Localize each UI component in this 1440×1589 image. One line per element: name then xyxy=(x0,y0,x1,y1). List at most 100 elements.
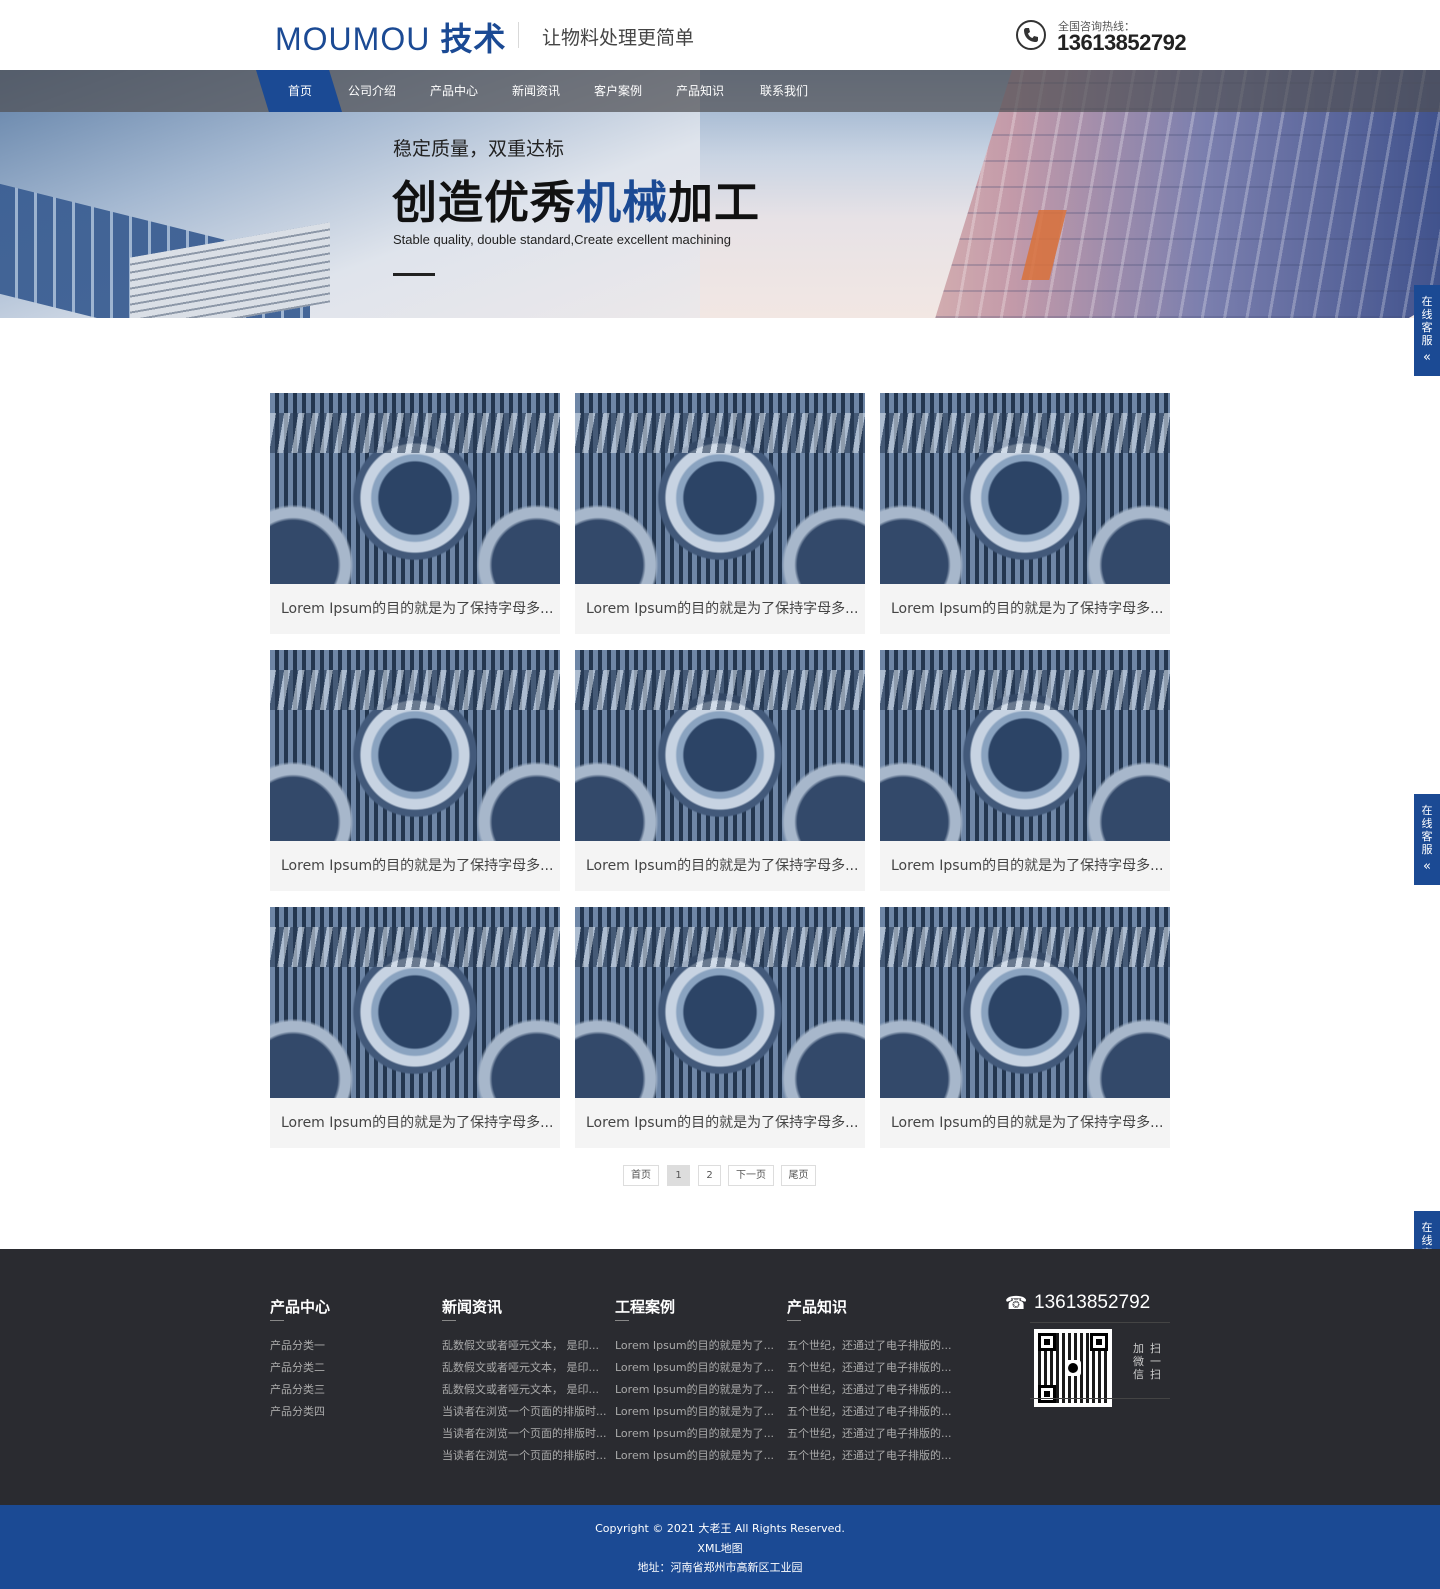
phone-icon xyxy=(1016,20,1046,50)
footer-link[interactable]: 乱数假文或者哑元文本， 是印... xyxy=(442,1337,599,1353)
gear-teeth xyxy=(270,670,560,710)
footer-col-title[interactable]: 新闻资讯 xyxy=(442,1296,502,1317)
product-caption[interactable]: Lorem Ipsum的目的就是为了保持字母多... xyxy=(586,598,858,618)
nav-item-cases[interactable]: 客户案例 xyxy=(594,70,642,112)
footer xyxy=(0,1249,1440,1505)
footer-link[interactable]: 乱数假文或者哑元文本， 是印... xyxy=(442,1359,599,1375)
footer-link[interactable]: Lorem Ipsum的目的就是为了... xyxy=(615,1447,774,1463)
footer-col-title[interactable]: 产品中心 xyxy=(270,1296,330,1317)
product-caption[interactable]: Lorem Ipsum的目的就是为了保持字母多... xyxy=(586,1112,858,1132)
gear-teeth xyxy=(575,670,865,710)
nav-item-products[interactable]: 产品中心 xyxy=(430,70,478,112)
hero-title-part2: 加工 xyxy=(668,176,761,229)
product-card[interactable]: Lorem Ipsum的目的就是为了保持字母多... xyxy=(575,907,865,1148)
copyright-bar: Copyright © 2021 大老王 All Rights Reserved… xyxy=(0,1505,1440,1589)
hero-title-part1: 创造优秀 xyxy=(392,176,577,229)
product-caption[interactable]: Lorem Ipsum的目的就是为了保持字母多... xyxy=(891,855,1163,875)
product-image[interactable] xyxy=(575,907,865,1098)
product-caption[interactable]: Lorem Ipsum的目的就是为了保持字母多... xyxy=(281,1112,553,1132)
product-caption[interactable]: Lorem Ipsum的目的就是为了保持字母多... xyxy=(586,855,858,875)
footer-col-bar xyxy=(270,1320,284,1321)
nav-item-news[interactable]: 新闻资讯 xyxy=(512,70,560,112)
nav-item-contact[interactable]: 联系我们 xyxy=(760,70,808,112)
footer-link[interactable]: 当读者在浏览一个页面的排版时... xyxy=(442,1425,607,1441)
product-card[interactable]: Lorem Ipsum的目的就是为了保持字母多... xyxy=(880,393,1170,634)
footer-link[interactable]: 乱数假文或者哑元文本， 是印... xyxy=(442,1381,599,1397)
logo-cn-text: 技术 xyxy=(440,21,507,57)
main-nav: 首页 公司介绍 产品中心 新闻资讯 客户案例 产品知识 联系我们 xyxy=(0,70,1440,112)
qr-finder xyxy=(1090,1333,1108,1351)
footer-link[interactable]: 五个世纪，还通过了电子排版的... xyxy=(787,1403,952,1419)
hero-underline xyxy=(393,273,435,276)
sitemap-link[interactable]: XML地图 xyxy=(0,1540,1440,1556)
product-caption[interactable]: Lorem Ipsum的目的就是为了保持字母多... xyxy=(891,1112,1163,1132)
footer-link[interactable]: Lorem Ipsum的目的就是为了... xyxy=(615,1337,774,1353)
footer-link[interactable]: Lorem Ipsum的目的就是为了... xyxy=(615,1425,774,1441)
footer-link[interactable]: 产品分类二 xyxy=(270,1359,325,1375)
product-caption[interactable]: Lorem Ipsum的目的就是为了保持字母多... xyxy=(281,855,553,875)
footer-link[interactable]: 五个世纪，还通过了电子排版的... xyxy=(787,1447,952,1463)
pager-first[interactable]: 首页 xyxy=(623,1165,659,1186)
qr-wechat-text: 加微信 xyxy=(1133,1342,1144,1381)
product-image[interactable] xyxy=(880,393,1170,584)
footer-link[interactable]: Lorem Ipsum的目的就是为了... xyxy=(615,1359,774,1375)
gear-teeth xyxy=(270,413,560,453)
telephone-icon: ☎ xyxy=(1005,1293,1028,1314)
product-image[interactable] xyxy=(575,650,865,841)
hotline-number: 13613852792 xyxy=(1057,30,1187,55)
hero-subtitle: 稳定质量，双重达标 xyxy=(393,138,565,160)
product-image[interactable] xyxy=(270,907,560,1098)
footer-link[interactable]: 五个世纪，还通过了电子排版的... xyxy=(787,1359,952,1375)
qr-scan-text: 扫一扫 xyxy=(1150,1342,1161,1381)
footer-col-bar xyxy=(615,1320,629,1321)
online-service-tab[interactable]: 在 线 客 服 « xyxy=(1414,285,1440,376)
footer-col-title[interactable]: 产品知识 xyxy=(787,1296,847,1317)
footer-col-title[interactable]: 工程案例 xyxy=(615,1296,675,1317)
product-card[interactable]: Lorem Ipsum的目的就是为了保持字母多... xyxy=(880,907,1170,1148)
service-char: 线 xyxy=(1421,1234,1433,1247)
gear-teeth xyxy=(880,670,1170,710)
pager-next[interactable]: 下一页 xyxy=(728,1165,774,1186)
nav-item-home[interactable]: 首页 xyxy=(256,70,342,112)
product-card[interactable]: Lorem Ipsum的目的就是为了保持字母多... xyxy=(270,907,560,1148)
footer-link[interactable]: 五个世纪，还通过了电子排版的... xyxy=(787,1381,952,1397)
site-logo[interactable]: MOUMOU 技术 xyxy=(275,14,506,60)
pager-page-2[interactable]: 2 xyxy=(698,1165,721,1186)
footer-link[interactable]: 产品分类三 xyxy=(270,1381,325,1397)
product-card[interactable]: Lorem Ipsum的目的就是为了保持字母多... xyxy=(270,650,560,891)
product-image[interactable] xyxy=(880,650,1170,841)
footer-link[interactable]: 产品分类四 xyxy=(270,1403,325,1419)
online-service-tab[interactable]: 在 线 客 服 « xyxy=(1414,794,1440,885)
product-image[interactable] xyxy=(270,650,560,841)
wechat-icon xyxy=(1065,1360,1081,1376)
footer-link[interactable]: 当读者在浏览一个页面的排版时... xyxy=(442,1447,607,1463)
pager-last[interactable]: 尾页 xyxy=(781,1165,816,1186)
top-header: MOUMOU 技术 让物料处理更简单 全国咨询热线： 13613852792 xyxy=(0,0,1440,70)
nav-item-about[interactable]: 公司介绍 xyxy=(348,70,396,112)
pager-page-1[interactable]: 1 xyxy=(667,1165,690,1186)
product-card[interactable]: Lorem Ipsum的目的就是为了保持字母多... xyxy=(880,650,1170,891)
gear-teeth xyxy=(270,927,560,967)
product-image[interactable] xyxy=(880,907,1170,1098)
footer-link[interactable]: Lorem Ipsum的目的就是为了... xyxy=(615,1403,774,1419)
footer-link[interactable]: 产品分类一 xyxy=(270,1337,325,1353)
product-image[interactable] xyxy=(575,393,865,584)
footer-link[interactable]: 当读者在浏览一个页面的排版时... xyxy=(442,1403,607,1419)
product-caption[interactable]: Lorem Ipsum的目的就是为了保持字母多... xyxy=(281,598,553,618)
nav-item-knowledge[interactable]: 产品知识 xyxy=(676,70,724,112)
hero-banner: 首页 公司介绍 产品中心 新闻资讯 客户案例 产品知识 联系我们 稳定质量，双重… xyxy=(0,70,1440,318)
product-card[interactable]: Lorem Ipsum的目的就是为了保持字母多... xyxy=(575,650,865,891)
chevron-left-icon: « xyxy=(1423,859,1431,874)
hero-title-highlight: 机械 xyxy=(576,176,669,229)
service-char: 在 xyxy=(1421,295,1433,308)
product-card[interactable]: Lorem Ipsum的目的就是为了保持字母多... xyxy=(575,393,865,634)
footer-link[interactable]: Lorem Ipsum的目的就是为了... xyxy=(615,1381,774,1397)
footer-link[interactable]: 五个世纪，还通过了电子排版的... xyxy=(787,1337,952,1353)
footer-link[interactable]: 五个世纪，还通过了电子排版的... xyxy=(787,1425,952,1441)
product-image[interactable] xyxy=(270,393,560,584)
gear-teeth xyxy=(575,413,865,453)
product-card[interactable]: Lorem Ipsum的目的就是为了保持字母多... xyxy=(270,393,560,634)
logo-text: MOUMOU xyxy=(275,21,431,57)
service-char: 线 xyxy=(1421,308,1433,321)
product-caption[interactable]: Lorem Ipsum的目的就是为了保持字母多... xyxy=(891,598,1163,618)
